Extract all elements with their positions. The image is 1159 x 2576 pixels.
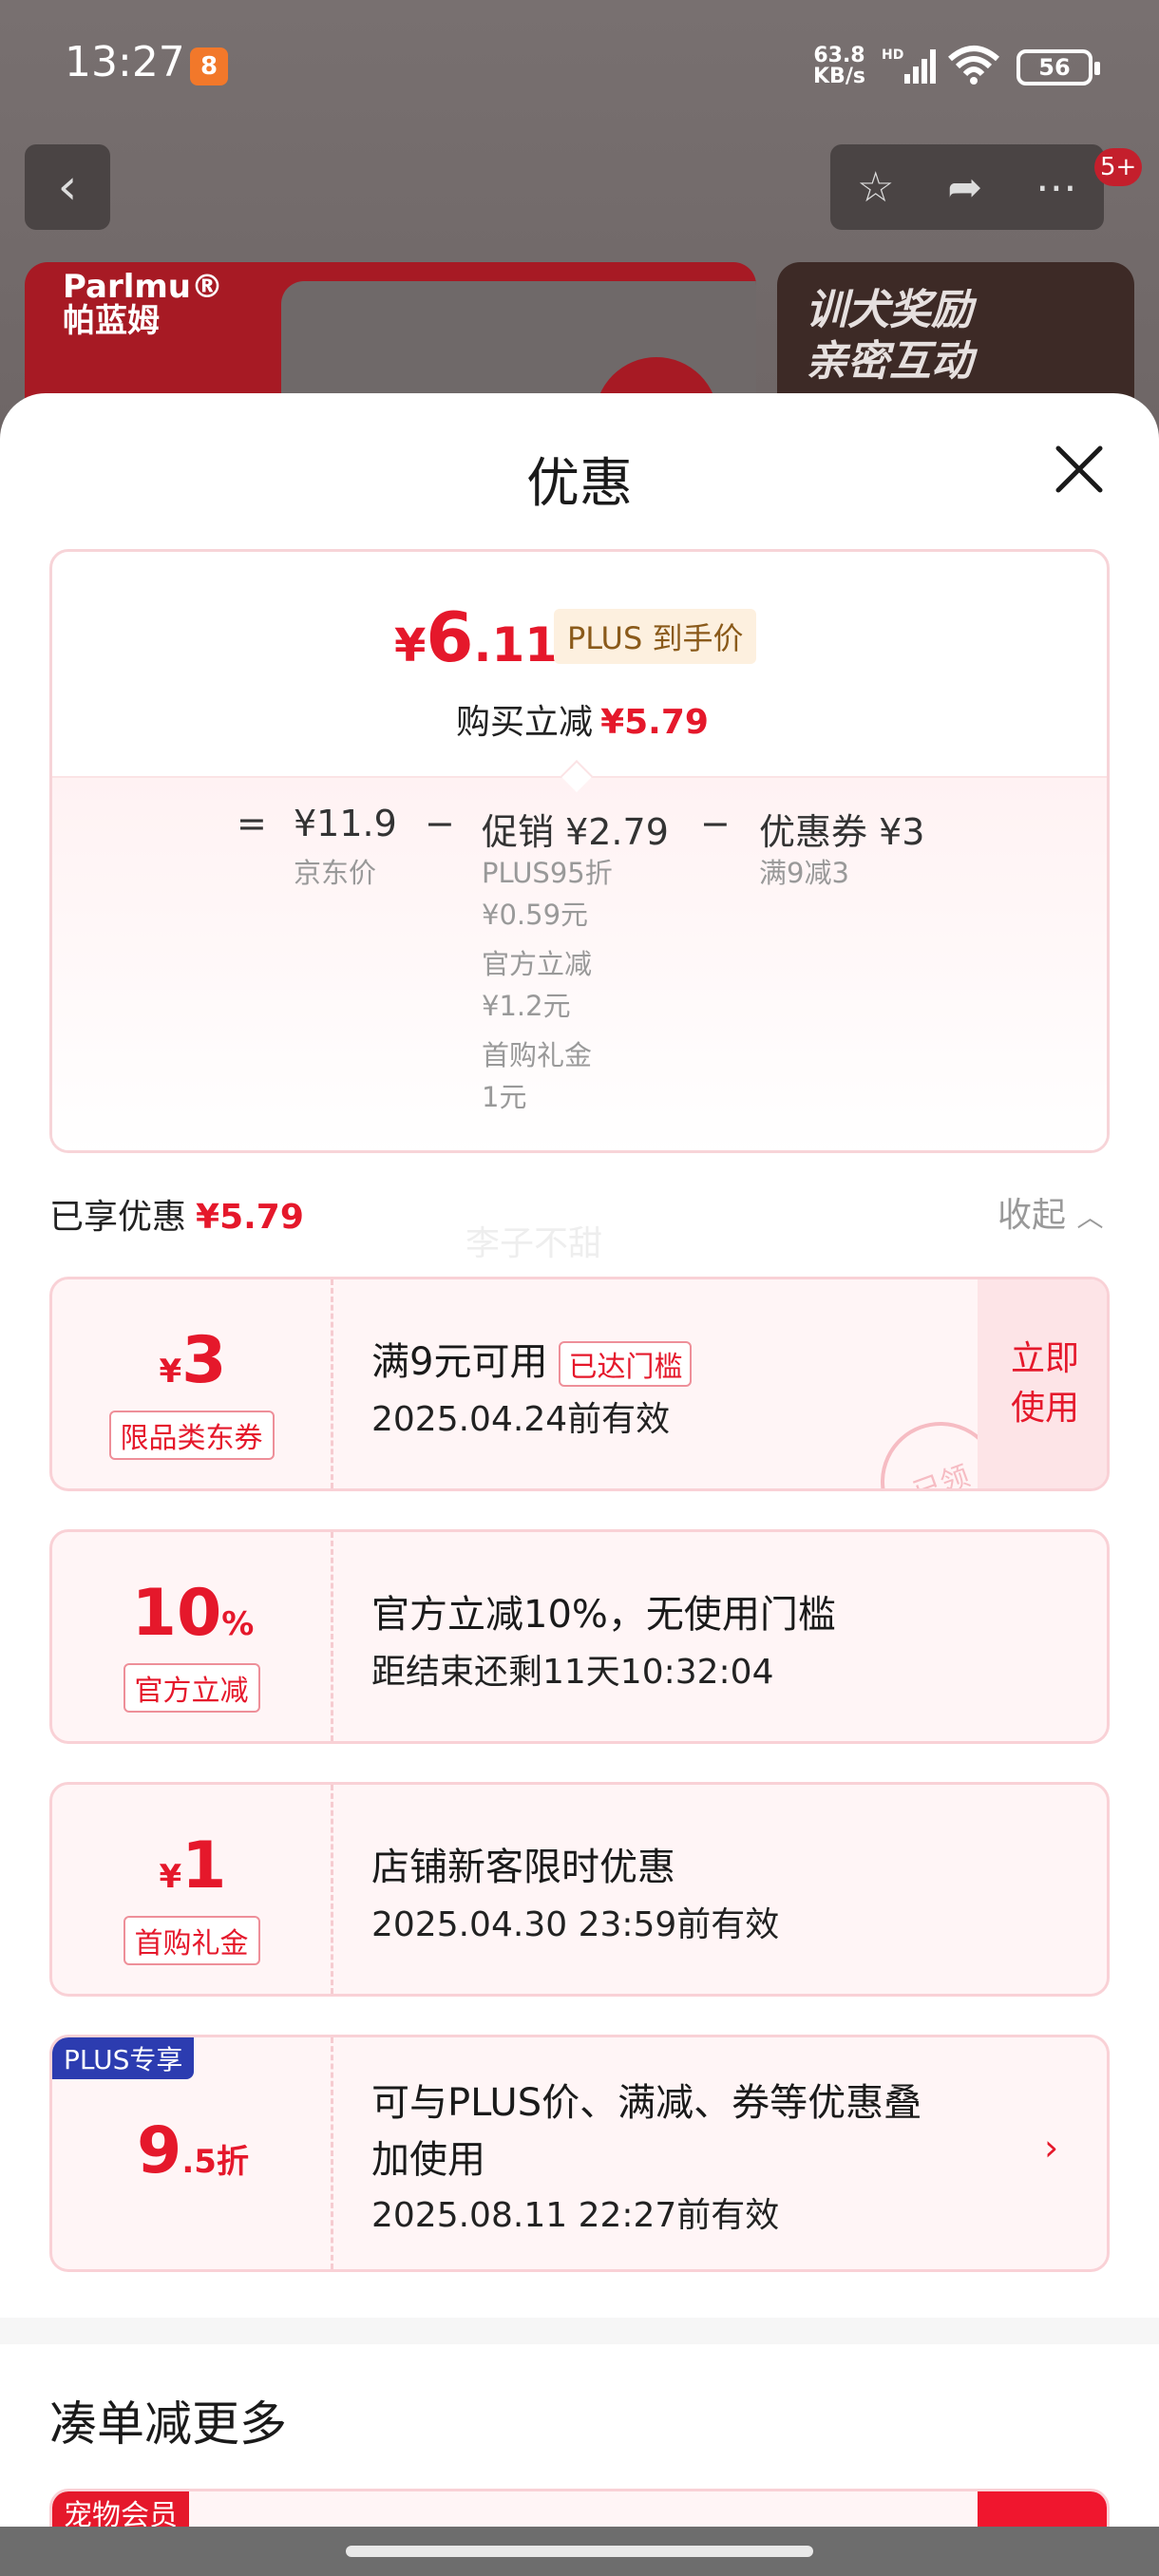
coupon-validity: 2025.04.30 23:59前有效 bbox=[371, 1905, 780, 1944]
coupon-value-section: 10% 官方立减 bbox=[52, 1532, 333, 1741]
promo-item: PLUS95折 bbox=[482, 857, 613, 889]
network-speed-unit: KB/s bbox=[813, 65, 865, 88]
coupon-amount: ¥3 bbox=[52, 1323, 333, 1398]
network-speed: 63.8 KB/s bbox=[813, 46, 865, 87]
plus-discount-card[interactable]: PLUS专享 9.5折 可与PLUS价、满减、券等优惠叠 加使用 2025.08… bbox=[49, 2035, 1110, 2272]
equals-sign: = bbox=[237, 803, 267, 844]
coupon-validity: 2025.08.11 22:27前有效 bbox=[371, 2196, 780, 2235]
top-actions: ☆ ➦ ⋯ bbox=[830, 144, 1104, 230]
coupon-value: 10 bbox=[131, 1576, 222, 1651]
status-bar: 13:27 8 63.8 KB/s HD 56 bbox=[0, 0, 1159, 133]
wifi-icon bbox=[948, 46, 999, 85]
coupon-type-tag: 官方立减 bbox=[123, 1663, 260, 1713]
final-price-section: ¥6.11 PLUS 到手价 购买立减 ¥5.79 bbox=[52, 552, 1107, 776]
coupon-value: 3 bbox=[181, 1323, 227, 1398]
chevron-up-icon: ︿ bbox=[1076, 1202, 1104, 1233]
more-icon[interactable]: ⋯ bbox=[1036, 163, 1077, 212]
coupon-countdown: 距结束还剩11天10:32:04 bbox=[371, 1653, 774, 1692]
buy-reduce: 购买立减 ¥5.79 bbox=[52, 694, 1107, 744]
close-icon[interactable] bbox=[1053, 443, 1106, 496]
final-price-decimal: .11 bbox=[473, 617, 559, 672]
promo-item: 首购礼金 bbox=[482, 1039, 593, 1071]
promo-item: ¥1.2元 bbox=[482, 990, 571, 1022]
coupon-card[interactable]: ¥3 限品类东券 满9元可用 已达门槛 2025.04.24前有效 已领 立即 使… bbox=[49, 1277, 1110, 1491]
buy-reduce-value: ¥5.79 bbox=[600, 703, 709, 742]
coupon-value-section: ¥1 首购礼金 bbox=[52, 1785, 333, 1994]
coupon-type-tag: 限品类东券 bbox=[108, 1411, 275, 1460]
coupon-value: 9 bbox=[137, 2113, 182, 2188]
brand-logo: Parlmu® 帕蓝姆 bbox=[63, 268, 224, 340]
chevron-right-icon[interactable]: › bbox=[1044, 2127, 1058, 2169]
battery-icon: 56 bbox=[1016, 49, 1100, 85]
minus-sign: − bbox=[700, 803, 731, 844]
background-page: 13:27 8 63.8 KB/s HD 56 ‹ ☆ ➦ ⋯ 5+ Parlm… bbox=[0, 0, 1159, 452]
network-type-label: HD bbox=[882, 47, 903, 63]
signal-icon: HD bbox=[882, 47, 936, 84]
coupon-card[interactable]: 10% 官方立减 官方立减10%，无使用门槛 距结束还剩11天10:32:04 bbox=[49, 1529, 1110, 1744]
coupon-unit: .5折 bbox=[181, 2143, 249, 2181]
final-price-integer: 6 bbox=[426, 597, 474, 677]
price-breakdown-card: ¥6.11 PLUS 到手价 购买立减 ¥5.79 = ¥11.9 京东价 − 促… bbox=[49, 549, 1110, 1153]
share-icon[interactable]: ➦ bbox=[947, 163, 982, 212]
promo-total: 促销 ¥2.79 bbox=[482, 811, 669, 853]
jd-price: ¥11.9 bbox=[294, 803, 397, 844]
coupon-value-section: ¥3 限品类东券 bbox=[52, 1279, 333, 1488]
enjoyed-value: ¥5.79 bbox=[196, 1198, 304, 1237]
plus-exclusive-tag: PLUS专享 bbox=[52, 2037, 195, 2079]
enjoyed-discount: 已享优惠 ¥5.79 bbox=[49, 1189, 304, 1239]
coupon-title: 可与PLUS价、满减、券等优惠叠 bbox=[371, 2081, 922, 2125]
coupon-amount: ¥1 bbox=[52, 1828, 333, 1904]
coupon-title: 官方立减10%，无使用门槛 bbox=[371, 1593, 836, 1637]
collapse-button[interactable]: 收起 ︿ bbox=[998, 1187, 1103, 1237]
final-price-currency: ¥ bbox=[394, 619, 427, 672]
discount-sheet: 优惠 ¥6.11 PLUS 到手价 购买立减 ¥5.79 = ¥11.9 京东价 … bbox=[0, 393, 1159, 2576]
sheet-title: 优惠 bbox=[526, 453, 633, 515]
coupon-validity: 2025.04.24前有效 bbox=[371, 1400, 671, 1439]
coupon-title-text: 满9元可用 bbox=[371, 1340, 548, 1384]
system-nav-bar bbox=[0, 2527, 1159, 2576]
coupon-type-tag: 首购礼金 bbox=[123, 1916, 260, 1965]
coupon-title-line2: 加使用 bbox=[371, 2138, 485, 2182]
threshold-reached-tag: 已达门槛 bbox=[559, 1341, 693, 1387]
coupon-card[interactable]: ¥1 首购礼金 店铺新客限时优惠 2025.04.30 23:59前有效 bbox=[49, 1782, 1110, 1997]
coupon-amount: 10% bbox=[52, 1576, 333, 1651]
coupon-condition: 满9减3 bbox=[759, 857, 849, 889]
promo-item: 1元 bbox=[482, 1081, 527, 1113]
coupon-title: 满9元可用 已达门槛 bbox=[371, 1331, 693, 1387]
final-price: ¥6.11 bbox=[394, 597, 558, 677]
enjoyed-label: 已享优惠 bbox=[49, 1198, 187, 1237]
buy-reduce-label: 购买立减 bbox=[456, 703, 594, 742]
section-divider bbox=[0, 2318, 1159, 2344]
coupon-currency: ¥ bbox=[159, 1353, 182, 1391]
status-time: 13:27 bbox=[65, 38, 185, 86]
coupon-total: 优惠券 ¥3 bbox=[759, 811, 925, 853]
coupon-title: 店铺新客限时优惠 bbox=[371, 1846, 675, 1889]
app-notification-icon: 8 bbox=[190, 47, 228, 85]
jd-price-label: 京东价 bbox=[294, 857, 377, 889]
use-now-button[interactable]: 立即 使用 bbox=[978, 1279, 1107, 1488]
coupon-amount: 9.5折 bbox=[52, 2113, 333, 2188]
coupon-value: 1 bbox=[181, 1828, 227, 1904]
coupon-unit: % bbox=[221, 1605, 255, 1643]
back-button[interactable]: ‹ bbox=[25, 144, 110, 230]
promo-item: ¥0.59元 bbox=[482, 899, 589, 931]
coupon-value-section: PLUS专享 9.5折 bbox=[52, 2037, 333, 2269]
coupon-currency: ¥ bbox=[159, 1858, 182, 1896]
minus-sign: − bbox=[425, 803, 455, 844]
collapse-label: 收起 bbox=[998, 1196, 1067, 1235]
watermark: 李子不甜 bbox=[466, 1224, 603, 1263]
home-indicator[interactable] bbox=[346, 2546, 813, 2557]
message-count-badge: 5+ bbox=[1094, 148, 1143, 186]
promo-item: 官方立减 bbox=[482, 948, 593, 980]
favorite-icon[interactable]: ☆ bbox=[857, 163, 894, 212]
breakdown-section: = ¥11.9 京东价 − 促销 ¥2.79 PLUS95折 ¥0.59元 官方… bbox=[52, 776, 1107, 1150]
network-speed-value: 63.8 bbox=[813, 44, 865, 67]
more-discounts-title: 凑单减更多 bbox=[49, 2396, 287, 2452]
plus-price-tag: PLUS 到手价 bbox=[554, 609, 757, 664]
